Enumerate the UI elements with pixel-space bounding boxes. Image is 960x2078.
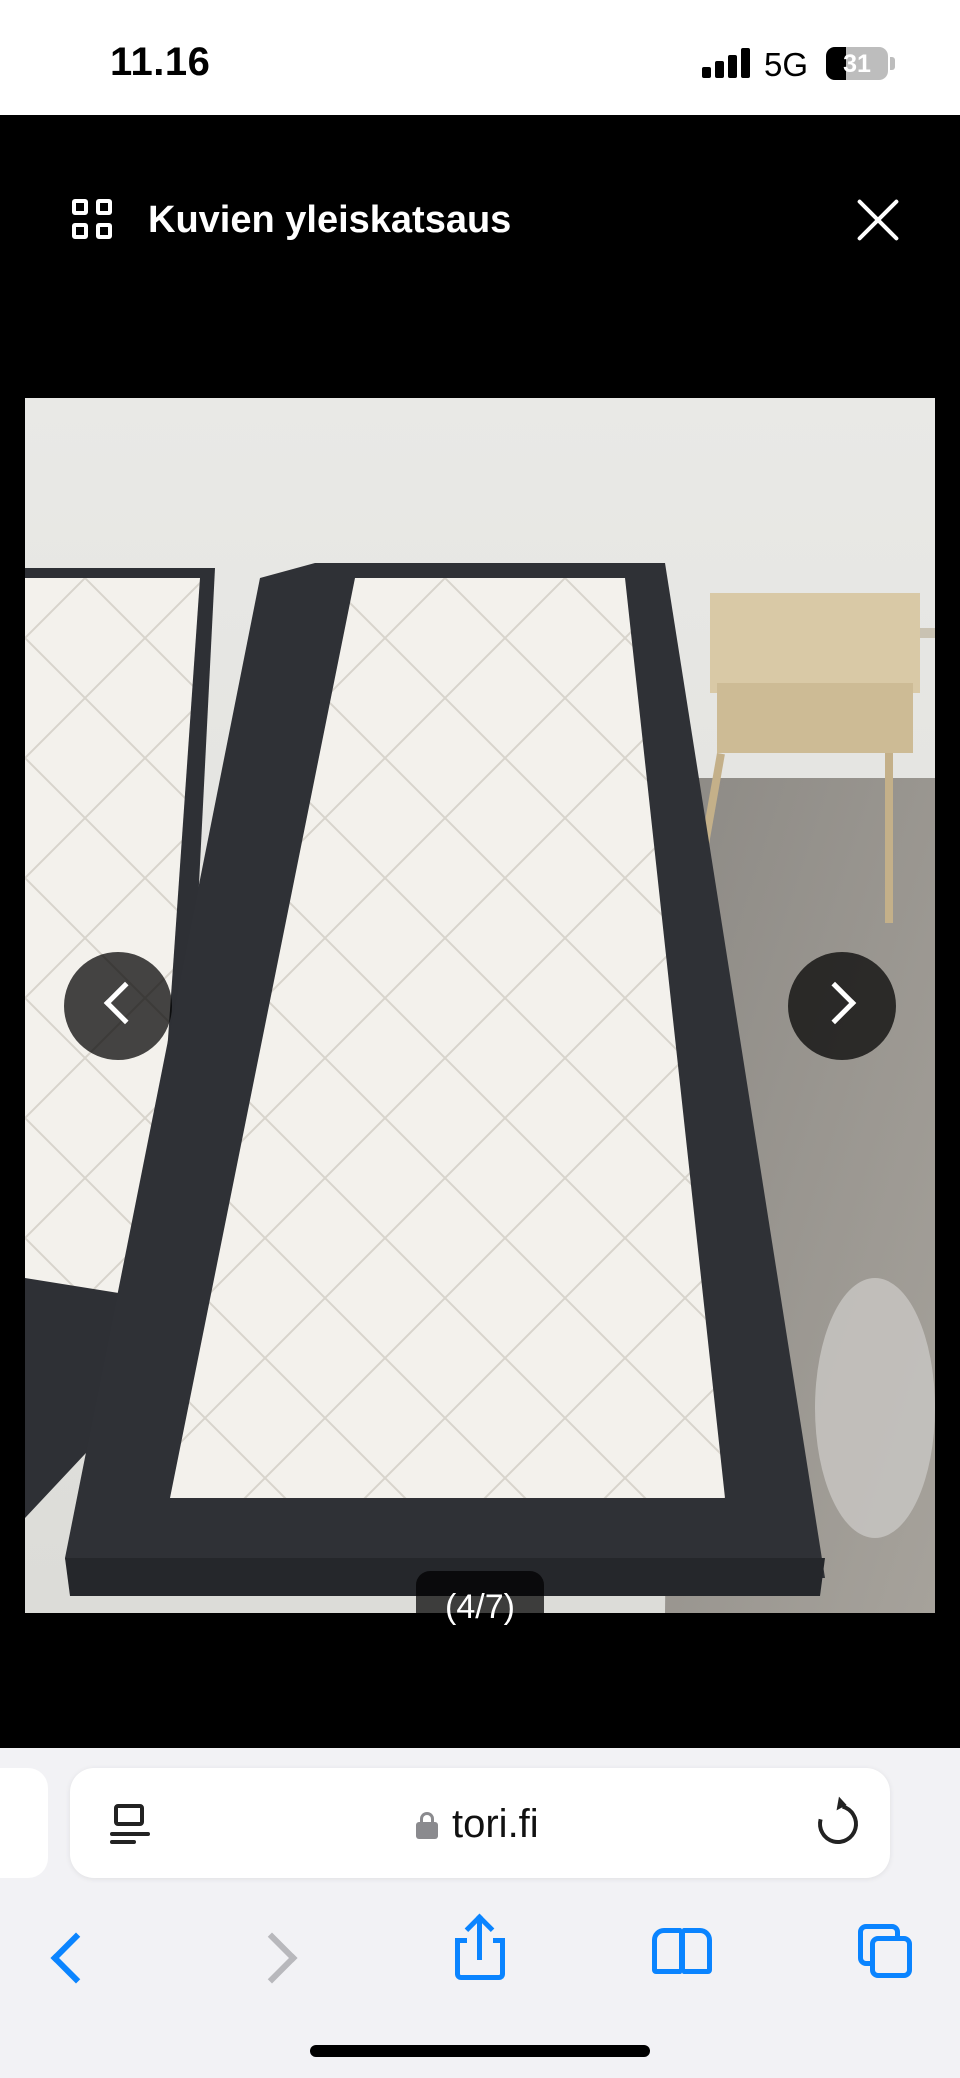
battery-tip: [890, 57, 895, 70]
chevron-left-icon: [103, 981, 147, 1025]
browser-toolbar: tori.fi: [0, 1748, 960, 2078]
battery-icon: 31: [826, 47, 888, 80]
next-image-button[interactable]: [788, 952, 896, 1060]
lock-icon: [416, 1812, 438, 1839]
reader-mode-icon[interactable]: [110, 1804, 150, 1844]
gallery-overview-title[interactable]: Kuvien yleiskatsaus: [148, 199, 511, 242]
address-bar[interactable]: tori.fi: [70, 1768, 890, 1878]
home-indicator[interactable]: [310, 2045, 650, 2057]
cellular-signal-icon: [702, 48, 750, 78]
grid-icon[interactable]: [72, 199, 114, 241]
network-type: 5G: [764, 46, 809, 83]
share-icon[interactable]: [455, 1913, 505, 1980]
tabs-icon[interactable]: [858, 1924, 914, 1980]
url-text[interactable]: tori.fi: [452, 1802, 539, 1847]
battery-level: 31: [843, 50, 871, 78]
status-time: 11.16: [110, 40, 211, 84]
bookmarks-icon[interactable]: [652, 1928, 712, 1974]
previous-image-button[interactable]: [64, 952, 172, 1060]
forward-icon[interactable]: [246, 1932, 298, 1984]
reload-icon[interactable]: [810, 1796, 866, 1852]
chevron-right-icon: [813, 981, 857, 1025]
close-icon[interactable]: [854, 196, 902, 244]
image-viewer: Kuvien yleiskatsaus (4/7): [0, 115, 960, 1748]
image-counter: (4/7): [416, 1571, 544, 1643]
previous-tab-preview[interactable]: [0, 1768, 48, 1878]
back-icon[interactable]: [50, 1932, 102, 1984]
status-bar: 11.16 5G 31: [0, 0, 960, 115]
